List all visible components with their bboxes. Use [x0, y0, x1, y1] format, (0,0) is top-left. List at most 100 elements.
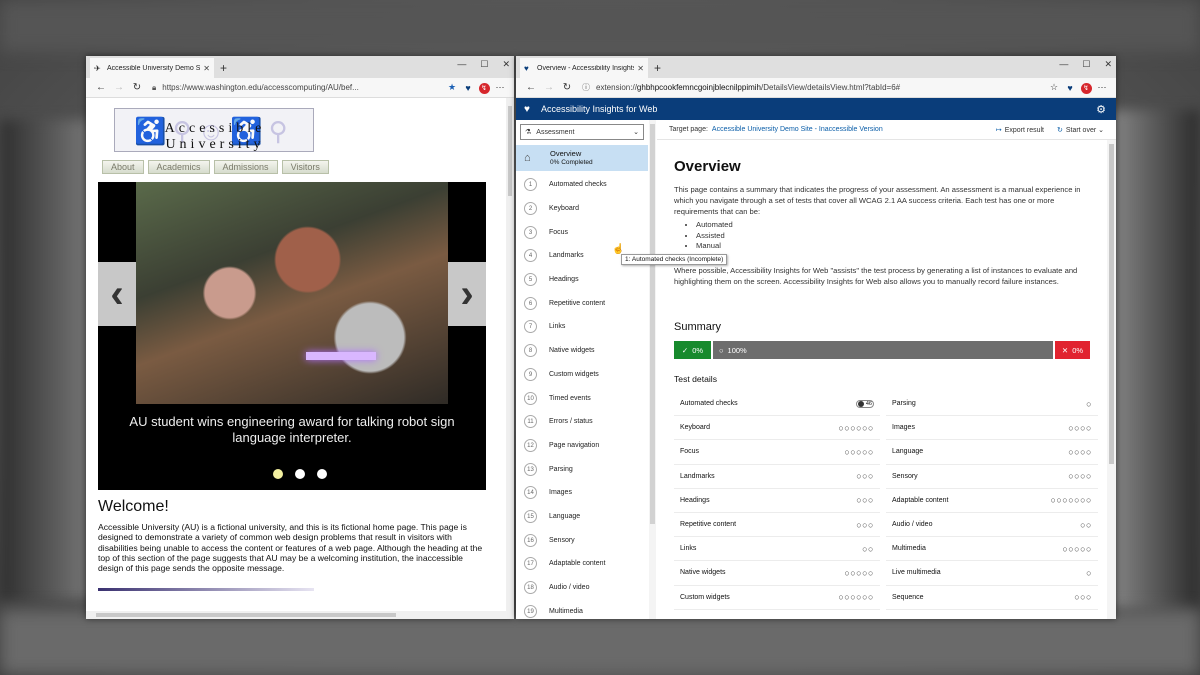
- main-content: Target page: Accessible University Demo …: [657, 120, 1116, 619]
- nav-item[interactable]: 19 Multimedia: [516, 599, 648, 619]
- test-name: Links: [680, 545, 697, 553]
- gear-icon[interactable]: ⚙: [1096, 103, 1106, 116]
- minimize-icon[interactable]: —: [1059, 59, 1068, 70]
- forward-icon[interactable]: →: [110, 82, 128, 93]
- slider-next-button[interactable]: ›: [448, 262, 486, 326]
- test-details-cell[interactable]: Automated checks 46: [674, 392, 880, 417]
- slider-dot-1[interactable]: [273, 469, 283, 479]
- nav-item-number: 5: [524, 273, 537, 287]
- refresh-icon[interactable]: ↻: [558, 82, 576, 93]
- url-field[interactable]: https://www.washington.edu/accesscomputi…: [162, 83, 444, 92]
- tab-overview[interactable]: ♥ Overview - Accessibility Insights ✕: [520, 58, 648, 78]
- nav-item[interactable]: 12 Page navigation: [516, 434, 648, 458]
- nav-item-number: 2: [524, 202, 537, 216]
- refresh-icon[interactable]: ↻: [128, 82, 146, 93]
- nav-item[interactable]: 6 Repetitive content: [516, 291, 648, 315]
- nav-item[interactable]: 9 Custom widgets: [516, 363, 648, 387]
- test-details-cell[interactable]: Custom widgets ○○○○○○: [674, 586, 880, 610]
- test-details-cell[interactable]: Audio / video ○○: [886, 513, 1098, 538]
- new-tab-icon[interactable]: +: [220, 61, 227, 75]
- requirement-status-icons: ○○○○○: [1062, 543, 1092, 554]
- nav-item-label: Focus: [549, 228, 569, 236]
- nav-item[interactable]: 2 Keyboard: [516, 197, 648, 221]
- mode-dropdown[interactable]: ⚗ Assessment ⌄: [520, 124, 644, 140]
- nav-item[interactable]: 11 Errors / status: [516, 410, 648, 434]
- slider-prev-button[interactable]: ‹: [98, 262, 136, 326]
- favorite-star-icon[interactable]: ★: [444, 82, 460, 93]
- back-icon[interactable]: ←: [92, 82, 110, 93]
- nav-item[interactable]: 17 Adaptable content: [516, 552, 648, 576]
- vertical-scrollbar[interactable]: [506, 98, 514, 619]
- main-scrollbar[interactable]: [1107, 140, 1116, 619]
- nav-item[interactable]: 16 Sensory: [516, 528, 648, 552]
- test-details-cell[interactable]: Headings ○○○: [674, 489, 880, 513]
- accessibility-insights-extension-icon[interactable]: ♥: [1062, 83, 1078, 93]
- test-details-cell[interactable]: Multimedia ○○○○○: [886, 537, 1098, 562]
- test-details-cell[interactable]: Live multimedia ○: [886, 561, 1098, 586]
- nav-item-label: Audio / video: [549, 584, 590, 592]
- menu-item-academics[interactable]: Academics: [147, 160, 210, 174]
- test-details-cell[interactable]: Focus ○○○○○: [674, 440, 880, 465]
- requirement-status-icons: ○○○○: [1068, 446, 1092, 457]
- extension-icon[interactable]: ↯: [1078, 82, 1094, 94]
- test-details-cell[interactable]: Adaptable content ○○○○○○○: [886, 489, 1098, 513]
- extension-icon[interactable]: ↯: [476, 82, 492, 94]
- accessibility-insights-extension-icon[interactable]: ♥: [460, 83, 476, 93]
- tab-demo-site[interactable]: ✈ Accessible University Demo Site ✕: [90, 58, 214, 78]
- test-details-cell[interactable]: Keyboard ○○○○○○: [674, 416, 880, 441]
- nav-item[interactable]: 5 Headings: [516, 268, 648, 292]
- test-details-cell[interactable]: Links ○○: [674, 537, 880, 562]
- menu-item-admissions[interactable]: Admissions: [213, 160, 278, 174]
- favorite-star-icon[interactable]: ☆: [1046, 82, 1062, 93]
- test-details-cell[interactable]: Parsing ○: [886, 392, 1098, 417]
- refresh-icon: ↻: [1056, 126, 1063, 134]
- back-icon[interactable]: ←: [522, 82, 540, 93]
- close-tab-icon[interactable]: ✕: [203, 64, 210, 73]
- test-details-cell[interactable]: Native widgets ○○○○○: [674, 561, 880, 586]
- requirement-status-icons: ○○○: [856, 495, 874, 506]
- nav-item-overview[interactable]: ⌂ Overview 0% Completed: [516, 145, 648, 171]
- nav-item-label: Timed events: [549, 394, 591, 402]
- nav-item[interactable]: 14 Images: [516, 481, 648, 505]
- nav-scrollbar[interactable]: [649, 120, 656, 619]
- nav-item-number: 7: [524, 320, 537, 334]
- more-menu-icon[interactable]: ⋯: [1094, 82, 1110, 93]
- nav-item[interactable]: 15 Language: [516, 505, 648, 529]
- overview-description: This page contains a summary that indica…: [674, 185, 1081, 216]
- accessibility-insights-favicon-icon: ♥: [524, 63, 529, 73]
- test-details-cell[interactable]: Repetitive content ○○○: [674, 513, 880, 538]
- maximize-icon[interactable]: ☐: [480, 59, 488, 70]
- nav-item[interactable]: 1 Automated checks: [516, 173, 648, 197]
- horizontal-scrollbar[interactable]: [86, 611, 506, 619]
- slider-dot-3[interactable]: [317, 469, 327, 479]
- test-name: Sequence: [892, 593, 924, 601]
- slider-dot-2[interactable]: [295, 469, 305, 479]
- forward-icon[interactable]: →: [540, 82, 558, 93]
- url-field[interactable]: extension://ghbhpcookfemncgoinjblecnilpp…: [596, 83, 1046, 92]
- tooltip: 1: Automated checks (Incomplete): [621, 254, 728, 265]
- nav-item[interactable]: 8 Native widgets: [516, 339, 648, 363]
- test-details-cell[interactable]: Language ○○○○: [886, 440, 1098, 465]
- new-tab-icon[interactable]: +: [654, 61, 661, 75]
- nav-item[interactable]: 7 Links: [516, 315, 648, 339]
- nav-item[interactable]: 10 Timed events: [516, 386, 648, 410]
- test-details-cell[interactable]: Landmarks ○○○: [674, 465, 880, 489]
- nav-item[interactable]: 3 Focus: [516, 220, 648, 244]
- close-window-icon[interactable]: ✕: [1104, 59, 1112, 70]
- close-tab-icon[interactable]: ✕: [637, 64, 644, 73]
- menu-item-about[interactable]: About: [102, 160, 144, 174]
- export-result-button[interactable]: ↦ Export result: [996, 126, 1044, 134]
- minimize-icon[interactable]: —: [457, 59, 466, 70]
- menu-item-visitors[interactable]: Visitors: [281, 160, 329, 174]
- more-menu-icon[interactable]: ⋯: [492, 82, 508, 93]
- test-details-cell[interactable]: Sensory ○○○○: [886, 465, 1098, 489]
- test-details-cell[interactable]: Images ○○○○: [886, 416, 1098, 441]
- target-page-link[interactable]: Accessible University Demo Site - Inacce…: [712, 126, 883, 133]
- nav-item[interactable]: 13 Parsing: [516, 457, 648, 481]
- maximize-icon[interactable]: ☐: [1082, 59, 1090, 70]
- close-window-icon[interactable]: ✕: [502, 59, 510, 70]
- test-details-cell[interactable]: Sequence ○○○: [886, 586, 1098, 610]
- start-over-button[interactable]: ↻ Start over ⌄: [1057, 126, 1104, 134]
- site-logo[interactable]: ♿⚲☺♿⚲ Accessible University: [114, 108, 314, 152]
- nav-item[interactable]: 18 Audio / video: [516, 576, 648, 600]
